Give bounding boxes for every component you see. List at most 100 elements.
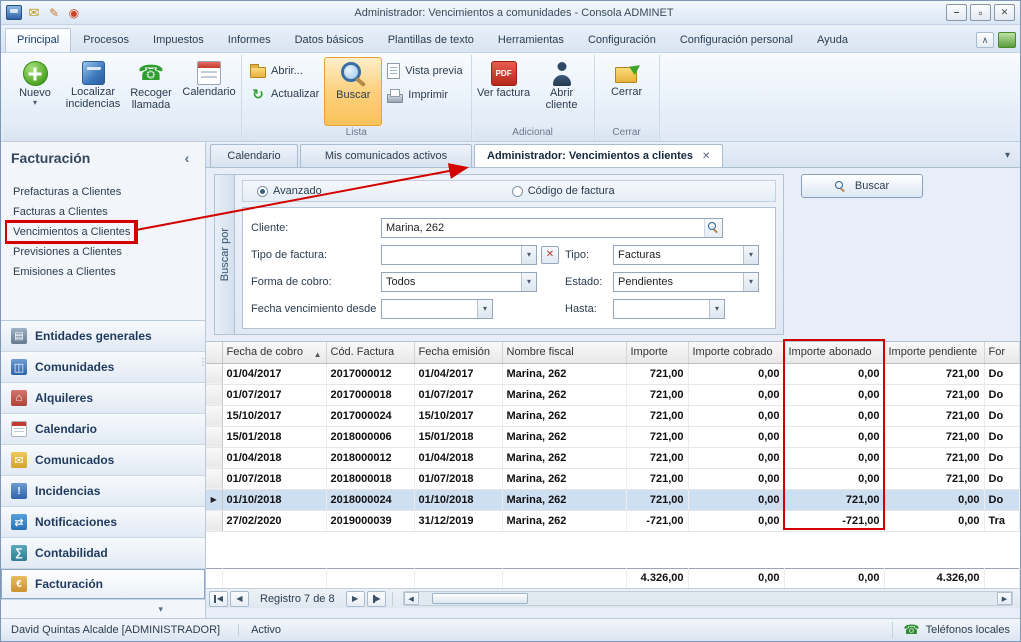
minimize-button[interactable]: [946, 4, 967, 21]
cerrar-button[interactable]: Cerrar: [598, 57, 656, 126]
grid-cell[interactable]: 15/10/2017: [414, 405, 502, 426]
sidebar-overflow-icon[interactable]: [1, 600, 205, 618]
tab-procesos[interactable]: Procesos: [71, 28, 141, 52]
grid-cell[interactable]: 0,00: [688, 426, 784, 447]
grid-cell[interactable]: 721,00: [626, 447, 688, 468]
grid-cell[interactable]: 2017000012: [326, 363, 414, 384]
grid-cell[interactable]: 0,00: [784, 405, 884, 426]
chevron-down-icon[interactable]: [477, 300, 492, 318]
fecha-desde-dropdown[interactable]: [381, 299, 493, 319]
tab-impuestos[interactable]: Impuestos: [141, 28, 216, 52]
sidebar-item-facturacion[interactable]: Facturación: [1, 569, 205, 600]
doc-tab-calendario[interactable]: Calendario: [210, 144, 298, 167]
grid-cell[interactable]: 0,00: [784, 447, 884, 468]
tab-configuracion-personal[interactable]: Configuración personal: [668, 28, 805, 52]
sidebar-item-entidades-generales[interactable]: Entidades generales: [1, 321, 205, 352]
tab-close-icon[interactable]: [702, 151, 710, 162]
grid-cell[interactable]: 721,00: [884, 447, 984, 468]
chevron-down-icon[interactable]: [521, 273, 536, 291]
column-header[interactable]: Importe pendiente: [884, 342, 984, 363]
nuevo-button[interactable]: Nuevo: [6, 57, 64, 126]
ver-factura-button[interactable]: Ver factura: [475, 57, 533, 126]
mail-icon[interactable]: [26, 5, 42, 20]
localizar-incidencias-button[interactable]: Localizar incidencias: [64, 57, 122, 126]
grid-cell[interactable]: 27/02/2020: [222, 510, 326, 531]
sidebar-splitter[interactable]: ⋮: [198, 361, 204, 365]
help-window-icon[interactable]: [998, 32, 1016, 48]
grid-cell[interactable]: 01/10/2018: [414, 489, 502, 510]
grid-cell[interactable]: Marina, 262: [502, 363, 626, 384]
cliente-lookup-icon[interactable]: [704, 219, 722, 237]
grid-cell[interactable]: Marina, 262: [502, 468, 626, 489]
grid-cell[interactable]: 721,00: [626, 426, 688, 447]
grid-cell[interactable]: 721,00: [884, 363, 984, 384]
scrollbar-thumb[interactable]: [432, 593, 528, 604]
grid-cell[interactable]: Marina, 262: [502, 447, 626, 468]
radio-codigo-factura[interactable]: Código de factura: [512, 185, 615, 197]
grid-cell[interactable]: 2017000018: [326, 384, 414, 405]
grid-cell[interactable]: 721,00: [626, 405, 688, 426]
doc-tab-vencimientos[interactable]: Administrador: Vencimientos a clientes: [474, 144, 723, 167]
grid-cell[interactable]: 2017000024: [326, 405, 414, 426]
chevron-down-icon[interactable]: [743, 273, 758, 291]
buscar-ribbon-button[interactable]: Buscar: [324, 57, 382, 126]
table-row[interactable]: 15/01/2018201800000615/01/2018Marina, 26…: [206, 426, 1020, 447]
grid-cell[interactable]: -721,00: [626, 510, 688, 531]
grid-cell[interactable]: 01/04/2018: [222, 447, 326, 468]
grid-cell[interactable]: 0,00: [688, 384, 784, 405]
local-phones-button[interactable]: Teléfonos locales: [892, 622, 1010, 638]
chevron-down-icon[interactable]: [521, 246, 536, 264]
grid-cell[interactable]: Marina, 262: [502, 405, 626, 426]
grid-cell[interactable]: 0,00: [688, 447, 784, 468]
abrir-cliente-button[interactable]: Abrir cliente: [533, 57, 591, 126]
actualizar-button[interactable]: Actualizar: [250, 86, 319, 102]
radio-avanzado[interactable]: Avanzado: [257, 185, 322, 197]
column-header[interactable]: Importe abonado: [784, 342, 884, 363]
sidebar-collapse-icon[interactable]: [179, 150, 195, 166]
grid-cell[interactable]: 15/01/2018: [222, 426, 326, 447]
table-row[interactable]: 01/07/2018201800001801/07/2018Marina, 26…: [206, 468, 1020, 489]
column-header[interactable]: Fecha emisión: [414, 342, 502, 363]
tab-ayuda[interactable]: Ayuda: [805, 28, 860, 52]
grid-cell[interactable]: 01/04/2017: [414, 363, 502, 384]
sidebar-item-notificaciones[interactable]: Notificaciones: [1, 507, 205, 538]
grid-cell[interactable]: 31/12/2019: [414, 510, 502, 531]
grid-cell[interactable]: 721,00: [884, 405, 984, 426]
tab-datos-basicos[interactable]: Datos básicos: [283, 28, 376, 52]
grid-cell[interactable]: 721,00: [626, 384, 688, 405]
grid-cell[interactable]: 15/01/2018: [414, 426, 502, 447]
grid-cell[interactable]: Do: [984, 489, 1020, 510]
column-header[interactable]: Importe cobrado: [688, 342, 784, 363]
doc-tab-comunicados[interactable]: Mis comunicados activos: [300, 144, 472, 167]
sidebar-link-previsiones[interactable]: Previsiones a Clientes: [7, 242, 128, 262]
tab-informes[interactable]: Informes: [216, 28, 283, 52]
table-row[interactable]: 27/02/2020201900003931/12/2019Marina, 26…: [206, 510, 1020, 531]
grid-cell[interactable]: Do: [984, 363, 1020, 384]
grid-cell[interactable]: Do: [984, 468, 1020, 489]
abrir-button[interactable]: Abrir...: [250, 63, 303, 78]
sidebar-link-vencimientos[interactable]: Vencimientos a Clientes: [7, 222, 136, 242]
grid-cell[interactable]: 15/10/2017: [222, 405, 326, 426]
grid-cell[interactable]: 01/04/2018: [414, 447, 502, 468]
column-header[interactable]: Importe: [626, 342, 688, 363]
grid-cell[interactable]: 0,00: [784, 426, 884, 447]
grid-cell[interactable]: 01/04/2017: [222, 363, 326, 384]
table-row[interactable]: 01/04/2017201700001201/04/2017Marina, 26…: [206, 363, 1020, 384]
grid-cell[interactable]: 0,00: [784, 384, 884, 405]
vista-previa-button[interactable]: Vista previa: [387, 63, 462, 79]
clear-tipo-factura-icon[interactable]: [541, 246, 559, 264]
grid-cell[interactable]: 01/07/2018: [414, 468, 502, 489]
grid-cell[interactable]: 0,00: [688, 510, 784, 531]
close-button[interactable]: [994, 4, 1015, 21]
grid-cell[interactable]: 2018000006: [326, 426, 414, 447]
cliente-input[interactable]: Marina, 262: [381, 218, 723, 238]
last-record-button[interactable]: [367, 591, 386, 607]
hasta-dropdown[interactable]: [613, 299, 725, 319]
grid-cell[interactable]: 01/07/2017: [414, 384, 502, 405]
table-row[interactable]: 01/07/2017201700001801/07/2017Marina, 26…: [206, 384, 1020, 405]
horizontal-scrollbar[interactable]: [403, 591, 1013, 606]
grid-cell[interactable]: 721,00: [884, 426, 984, 447]
grid-cell[interactable]: 2018000012: [326, 447, 414, 468]
table-row[interactable]: 01/04/2018201800001201/04/2018Marina, 26…: [206, 447, 1020, 468]
grid-cell[interactable]: 01/10/2018: [222, 489, 326, 510]
